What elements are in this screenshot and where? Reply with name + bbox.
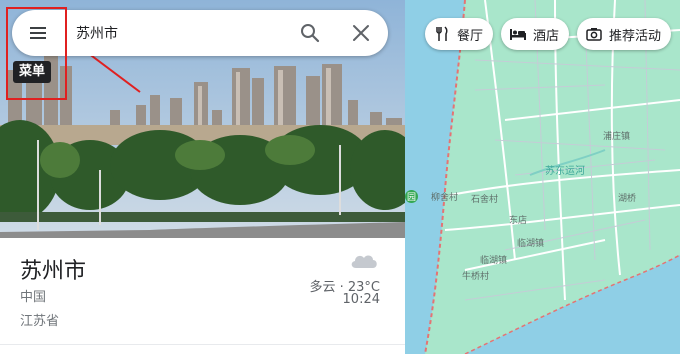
map-label-shishe: 石舍村 <box>471 195 499 205</box>
search-input[interactable]: 苏州市 <box>76 23 118 43</box>
place-province: 江苏省 <box>20 314 60 329</box>
hotel-icon <box>510 29 526 40</box>
map-label-dongdian: 东店 <box>509 216 528 226</box>
chip-events[interactable]: 推荐活动 <box>577 18 672 50</box>
chip-hotel-label: 酒店 <box>533 28 560 44</box>
map-label-huqiao: 湖桥 <box>618 194 637 204</box>
annotation-highlight-box <box>6 7 67 100</box>
map-label-park: 园 <box>405 190 419 203</box>
search-box[interactable]: 苏州市 <box>12 10 388 56</box>
map-view[interactable]: 浦庄镇 苏东运河 湖桥 柳舍村 石舍村 东店 临湖镇 临湖镇 牛桥村 园 <box>405 0 680 354</box>
close-icon[interactable] <box>349 21 373 45</box>
map-canvas <box>405 0 680 354</box>
place-title: 苏州市 <box>20 259 87 284</box>
search-icon[interactable] <box>298 21 322 45</box>
chip-restaurant[interactable]: 餐厅 <box>425 18 494 50</box>
map-label-liushe: 柳舍村 <box>431 193 459 203</box>
map-label-canal: 苏东运河 <box>545 166 585 177</box>
divider <box>0 344 405 345</box>
map-label-linhu-1: 临湖镇 <box>517 239 545 249</box>
chip-hotel[interactable]: 酒店 <box>501 18 570 50</box>
chip-restaurant-label: 餐厅 <box>457 28 484 44</box>
map-label-niuqiao: 牛桥村 <box>462 272 490 282</box>
restaurant-icon <box>436 26 448 41</box>
map-label-puzhuang: 浦庄镇 <box>603 132 631 142</box>
camera-icon <box>586 28 602 41</box>
place-country: 中国 <box>20 290 47 305</box>
local-time: 10:24 <box>342 292 380 307</box>
place-panel: 苏州市 菜单 苏州市 中国 江苏省 多云 · 23°C 10:24 <box>0 0 405 354</box>
chip-events-label: 推荐活动 <box>609 28 662 44</box>
cloud-icon <box>351 255 377 268</box>
map-label-linhu-2: 临湖镇 <box>480 256 508 266</box>
